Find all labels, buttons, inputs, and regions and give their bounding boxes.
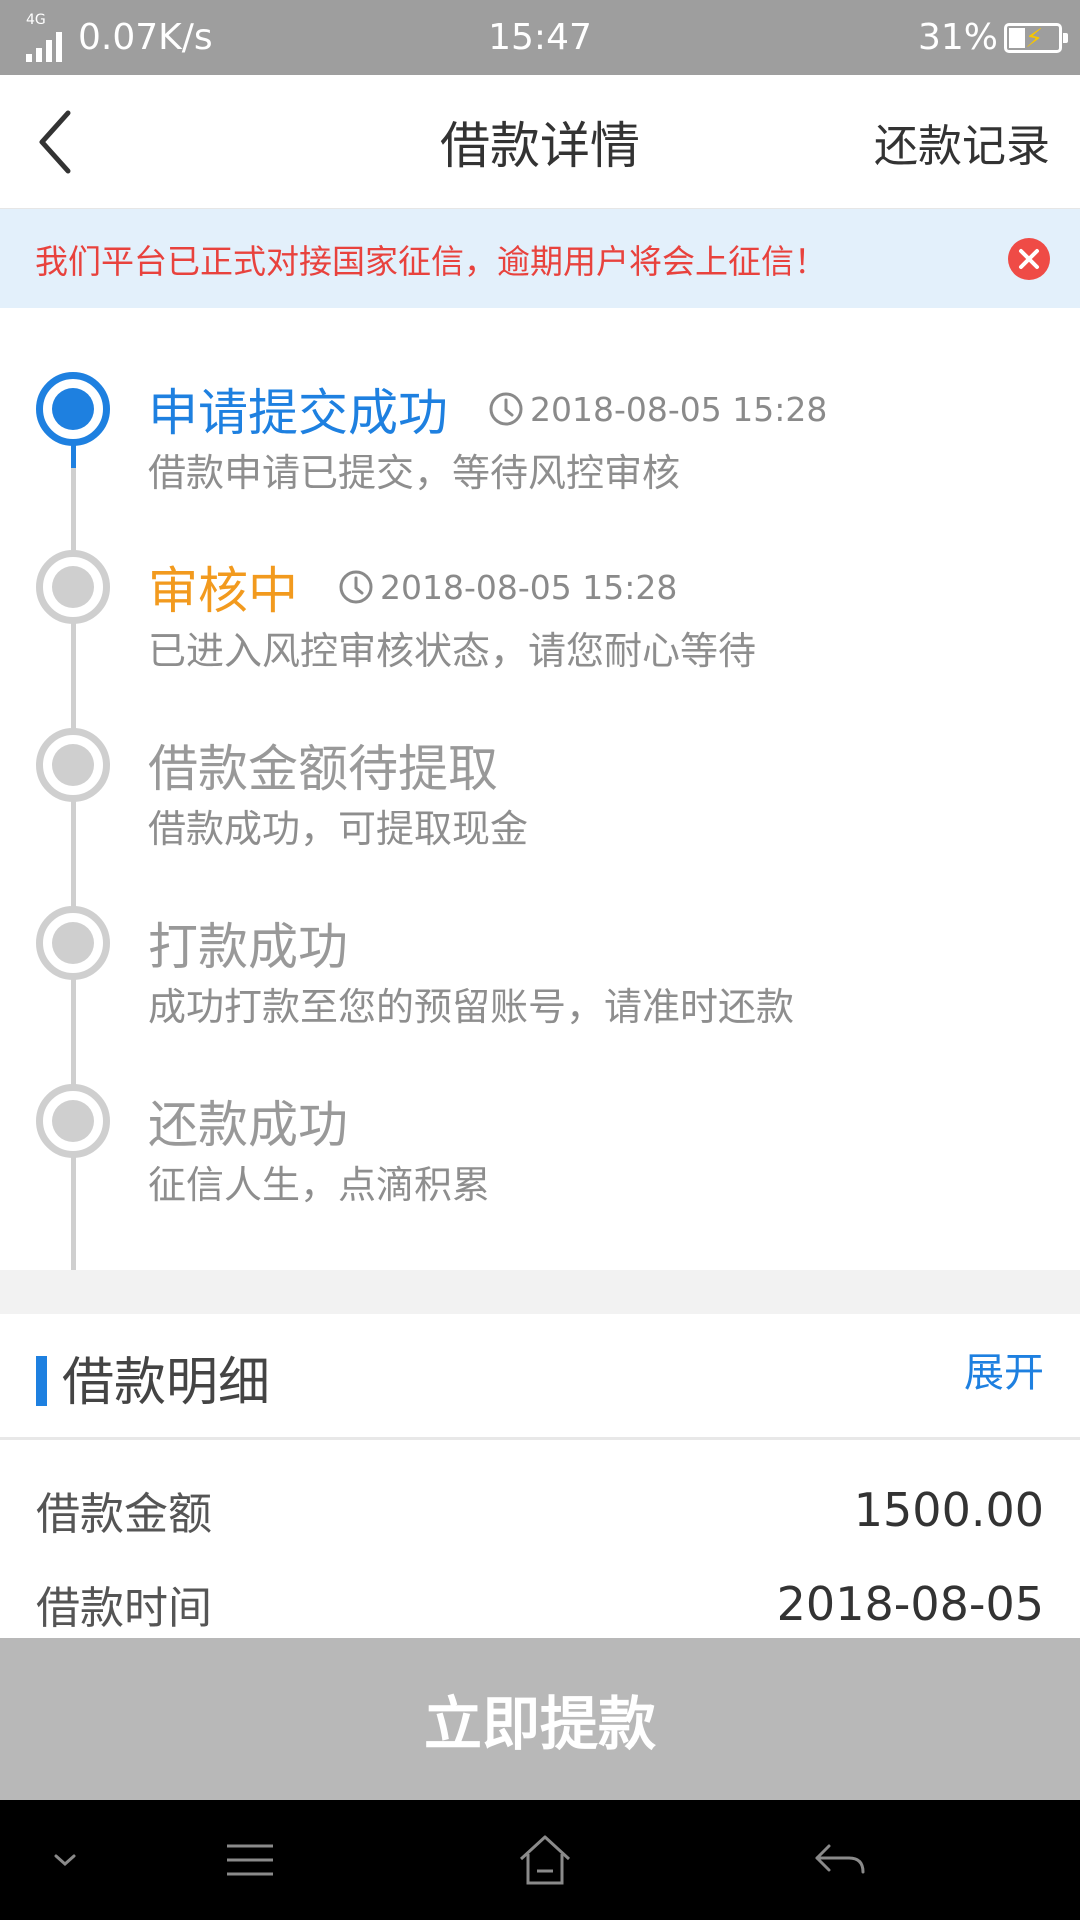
step-desc: 借款成功，可提取现金 <box>148 807 529 851</box>
chevron-down-icon <box>54 1854 76 1867</box>
step-time-text: 2018-08-05 15:28 <box>380 567 678 607</box>
nav-header: 借款详情 还款记录 <box>0 75 1080 209</box>
timeline-step-paid: 打款成功 成功打款至您的预留账号，请准时还款 <box>148 910 1060 1031</box>
step-dot-active <box>36 372 110 446</box>
battery-level: 31% <box>917 17 998 58</box>
home-icon <box>519 1835 571 1885</box>
system-nav-bar <box>0 1800 1080 1920</box>
close-icon <box>1019 249 1039 269</box>
details-header: 借款明细 展开 <box>0 1314 1080 1440</box>
detail-label: 借款金额 <box>36 1489 212 1540</box>
detail-value: 1500.00 <box>853 1483 1044 1537</box>
timeline-step-repaid: 还款成功 征信人生，点滴积累 <box>148 1088 1060 1209</box>
step-title: 还款成功 <box>148 1096 348 1154</box>
battery-icon: ⚡ <box>1004 22 1068 54</box>
loan-details-section: 借款明细 展开 借款金额 1500.00 借款时间 2018-08-05 <box>0 1314 1080 1638</box>
detail-row-date: 借款时间 2018-08-05 <box>36 1558 1044 1650</box>
step-title: 打款成功 <box>148 918 348 976</box>
nav-menu-button[interactable] <box>210 1800 290 1920</box>
expand-button[interactable]: 展开 <box>964 1314 1044 1424</box>
section-title: 借款明细 <box>62 1352 271 1413</box>
nav-collapse-button[interactable] <box>30 1800 100 1920</box>
close-notice-button[interactable] <box>1008 238 1050 280</box>
step-dot <box>36 550 110 624</box>
step-desc: 征信人生，点滴积累 <box>148 1163 491 1207</box>
loan-progress-timeline: 申请提交成功 2018-08-05 15:28 借款申请已提交，等待风控审核 审… <box>0 308 1080 1408</box>
step-dot <box>36 906 110 980</box>
section-accent-bar <box>36 1356 47 1406</box>
step-desc: 借款申请已提交，等待风控审核 <box>148 451 681 495</box>
nav-back-button[interactable] <box>800 1800 880 1920</box>
withdraw-now-button[interactable]: 立即提款 <box>0 1638 1080 1800</box>
step-time: 2018-08-05 15:28 <box>488 390 827 429</box>
section-divider <box>0 1270 1080 1314</box>
step-dot <box>36 1084 110 1158</box>
step-time: 2018-08-05 15:28 <box>338 568 677 607</box>
step-time-text: 2018-08-05 15:28 <box>530 389 828 429</box>
nav-home-button[interactable] <box>500 1800 590 1920</box>
timeline-step-reviewing: 审核中 2018-08-05 15:28 已进入风控审核状态，请您耐心等待 <box>148 554 1060 675</box>
timeline-step-withdraw: 借款金额待提取 借款成功，可提取现金 <box>148 732 1060 853</box>
clock-time: 15:47 <box>488 17 592 58</box>
step-dot <box>36 728 110 802</box>
step-title: 借款金额待提取 <box>148 740 498 798</box>
clock-icon <box>339 570 373 604</box>
step-desc: 已进入风控审核状态，请您耐心等待 <box>148 629 757 673</box>
repayment-records-link[interactable]: 还款记录 <box>874 75 1050 209</box>
charging-icon: ⚡ <box>1025 23 1044 54</box>
detail-row-amount: 借款金额 1500.00 <box>36 1464 1044 1556</box>
step-title: 审核中 <box>148 562 298 620</box>
credit-notice-banner: 我们平台已正式对接国家征信，逾期用户将会上征信！ <box>0 209 1080 308</box>
detail-label: 借款时间 <box>36 1583 212 1634</box>
clock-icon <box>489 392 523 426</box>
step-desc: 成功打款至您的预留账号，请准时还款 <box>148 985 795 1029</box>
notice-text: 我们平台已正式对接国家征信，逾期用户将会上征信！ <box>35 241 827 281</box>
menu-icon <box>227 1844 273 1876</box>
timeline-step-submitted: 申请提交成功 2018-08-05 15:28 借款申请已提交，等待风控审核 <box>148 376 1060 497</box>
return-arrow-icon <box>815 1844 865 1874</box>
status-bar: 4G 0.07K/s 15:47 31% ⚡ <box>0 0 1080 75</box>
detail-value: 2018-08-05 <box>776 1577 1044 1631</box>
step-title: 申请提交成功 <box>148 384 448 442</box>
